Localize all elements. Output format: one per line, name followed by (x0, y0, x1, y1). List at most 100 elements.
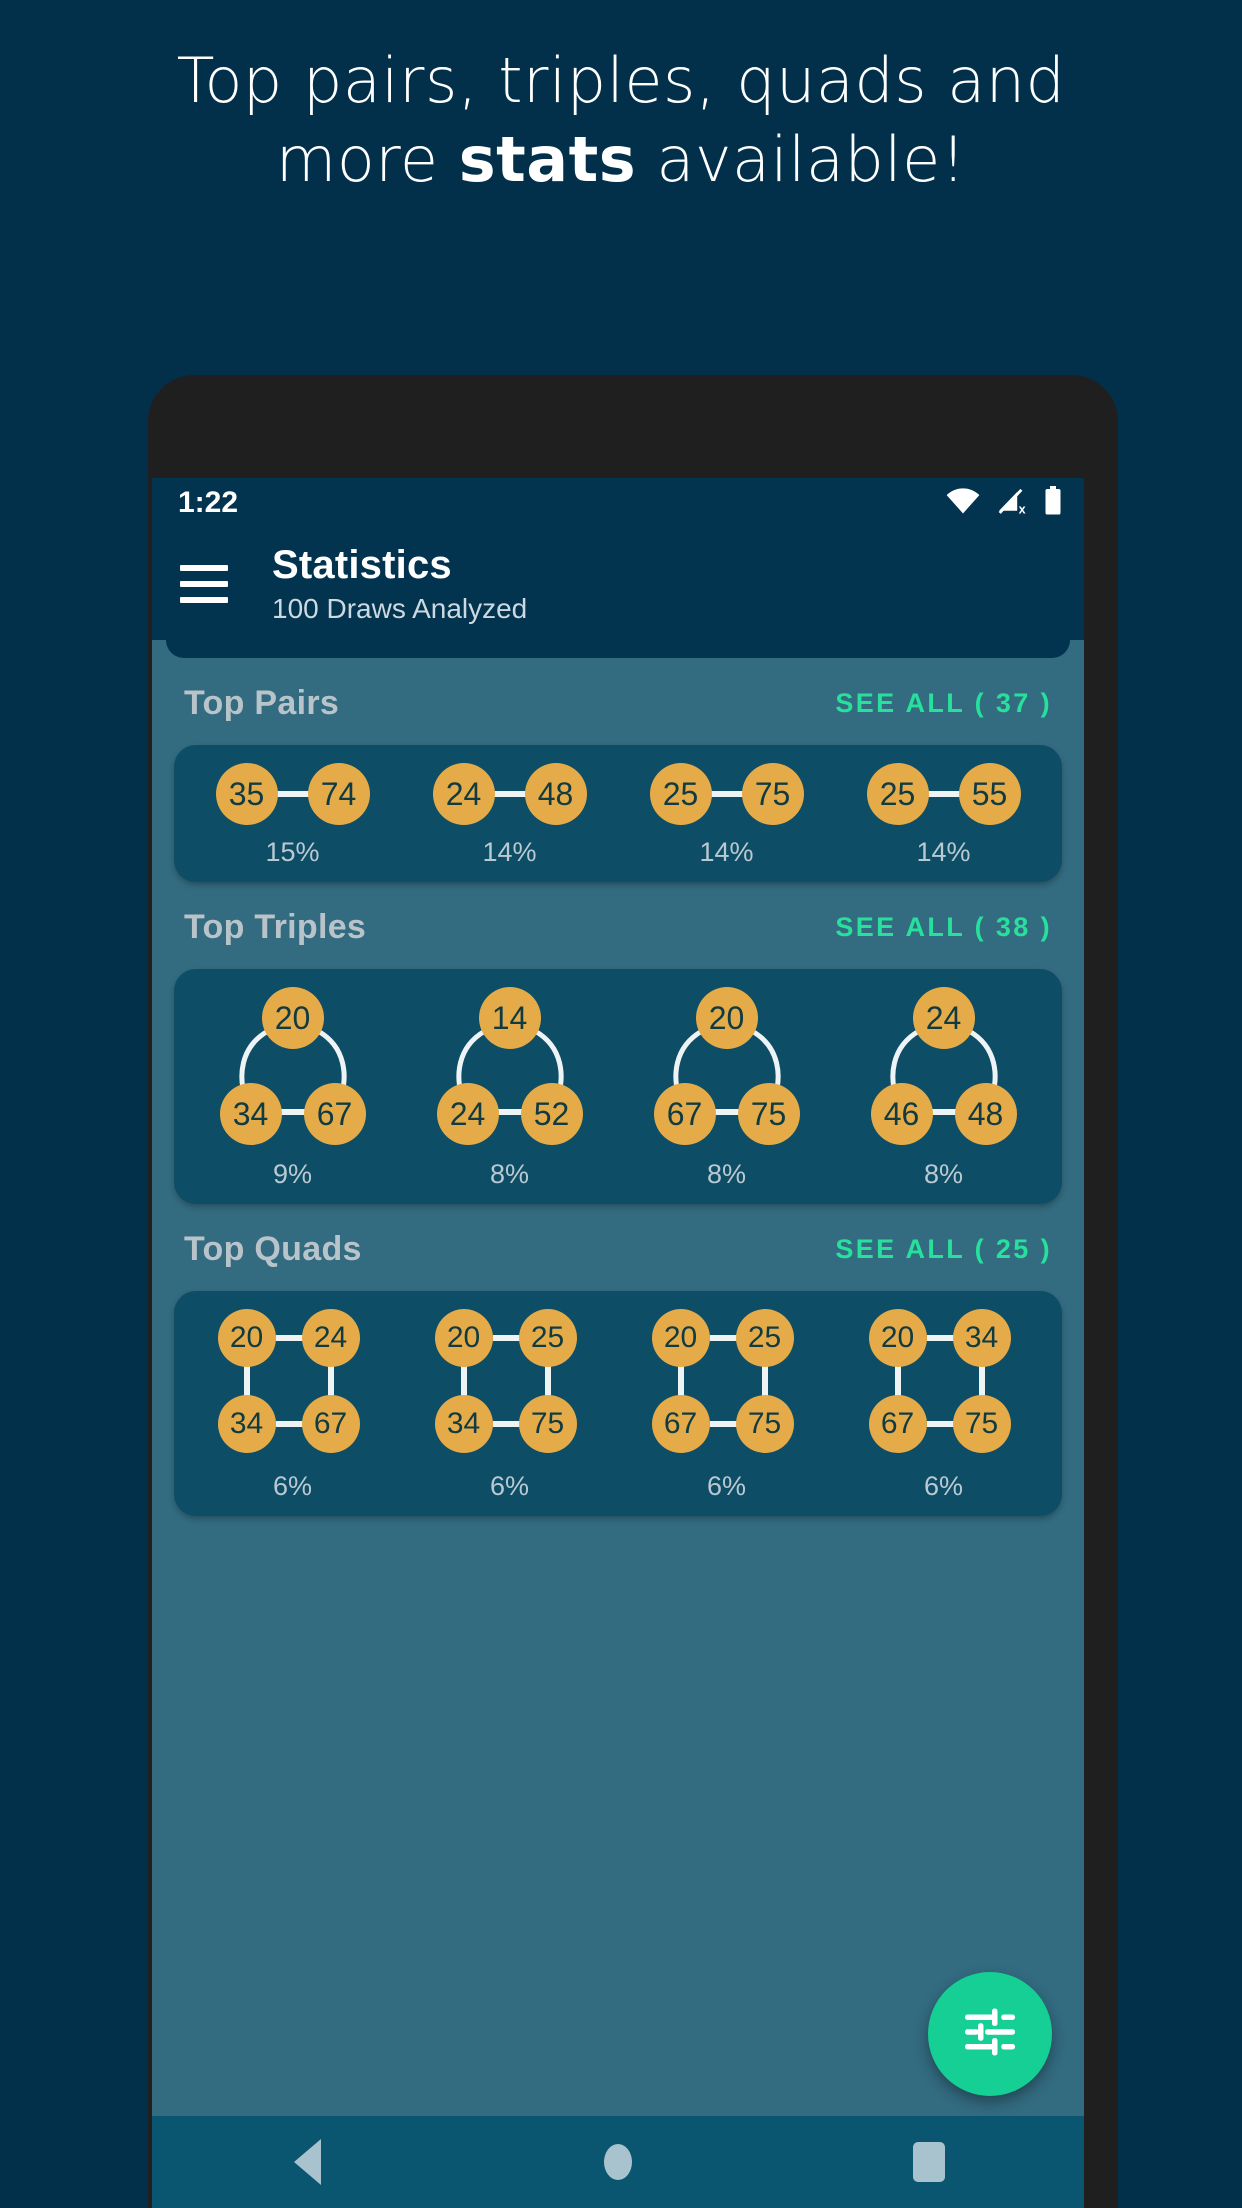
connector-line (924, 791, 963, 797)
connector-line (928, 1109, 959, 1115)
combo-percent: 9% (272, 1159, 313, 1189)
hamburger-bar (180, 565, 228, 571)
combo-percent: 15% (265, 837, 320, 867)
connector-line (273, 791, 312, 797)
tune-sliders-icon (960, 2002, 1020, 2067)
number-ball: 20 (261, 987, 324, 1049)
previous-card-peek (166, 640, 1070, 658)
app-bar-titles: Statistics 100 Draws Analyzed (272, 544, 527, 623)
combo-item[interactable]: 25 75 14% (649, 763, 804, 868)
wifi-icon (944, 487, 982, 520)
promo-line-2: more stats available! (0, 126, 1242, 194)
combo-percent: 8% (489, 1159, 530, 1189)
number-ball: 20 (868, 1309, 927, 1367)
connector-line (277, 1109, 308, 1115)
number-ball: 75 (741, 763, 804, 825)
nav-recents-button[interactable] (874, 2116, 984, 2208)
number-ball: 25 (518, 1309, 577, 1367)
section-header: Top Triples SEE ALL ( 38 ) (152, 882, 1084, 969)
number-ball: 34 (219, 1083, 282, 1145)
triple-top-ball-slot: 20 (695, 987, 758, 1049)
see-all-link[interactable]: SEE ALL ( 25 ) (835, 1234, 1052, 1265)
combo-percent: 6% (272, 1471, 313, 1501)
triple-graphic: 20 67 75 (632, 987, 822, 1147)
filter-settings-fab[interactable] (928, 1972, 1052, 2096)
triple-right-ball-slot: 75 (737, 1083, 800, 1145)
hamburger-menu-icon[interactable] (180, 561, 238, 607)
phone-screen: 1:22 x Statistics 100 Draws Analyzed Top… (152, 478, 1084, 2208)
number-ball: 55 (958, 763, 1021, 825)
combo-item[interactable]: 25 55 14% (866, 763, 1021, 868)
number-ball: 20 (651, 1309, 710, 1367)
number-ball: 25 (866, 763, 929, 825)
status-bar-icons: x (944, 485, 1062, 521)
quad-br-ball-slot: 75 (735, 1395, 794, 1453)
number-ball: 34 (434, 1395, 493, 1453)
pair-graphic: 35 74 (215, 763, 370, 825)
combo-item[interactable]: 20 25 34 75 6% (419, 1309, 601, 1502)
number-ball: 20 (434, 1309, 493, 1367)
statistics-scroll-content[interactable]: Top Pairs SEE ALL ( 37 ) 35 74 15% 24 48 14% 25 7… (152, 640, 1084, 2060)
connector-line (494, 1109, 525, 1115)
triple-graphic: 14 24 52 (415, 987, 605, 1147)
quad-tl-ball-slot: 20 (868, 1309, 927, 1367)
combo-percent: 8% (706, 1159, 747, 1189)
pair-graphic: 25 55 (866, 763, 1021, 825)
home-circle-icon (603, 2144, 632, 2180)
number-ball: 75 (737, 1083, 800, 1145)
promo-line-1: Top pairs, triples, quads and (176, 44, 1066, 117)
nav-back-button[interactable] (252, 2116, 362, 2208)
svg-text:x: x (1019, 502, 1026, 514)
combo-item[interactable]: 24 46 48 8% (849, 987, 1039, 1190)
quad-tl-ball-slot: 20 (217, 1309, 276, 1367)
see-all-link[interactable]: SEE ALL ( 38 ) (835, 912, 1052, 943)
section-top-pairs: Top Pairs SEE ALL ( 37 ) 35 74 15% 24 48 14% 25 7… (152, 658, 1084, 882)
triple-graphic: 20 34 67 (198, 987, 388, 1147)
combo-item[interactable]: 20 24 34 67 6% (202, 1309, 384, 1502)
section-title: Top Quads (184, 1230, 362, 1268)
connector-line (707, 791, 746, 797)
quad-br-ball-slot: 75 (518, 1395, 577, 1453)
triple-right-ball-slot: 52 (520, 1083, 583, 1145)
hamburger-bar (180, 581, 228, 587)
connector-line (711, 1109, 742, 1115)
see-all-link[interactable]: SEE ALL ( 37 ) (835, 688, 1052, 719)
number-ball: 24 (301, 1309, 360, 1367)
number-ball: 75 (735, 1395, 794, 1453)
nav-home-button[interactable] (563, 2116, 673, 2208)
section-title: Top Triples (184, 908, 367, 946)
number-ball: 67 (651, 1395, 710, 1453)
quad-bl-ball-slot: 34 (434, 1395, 493, 1453)
combo-item[interactable]: 20 34 67 9% (198, 987, 388, 1190)
number-ball: 20 (217, 1309, 276, 1367)
number-ball: 67 (303, 1083, 366, 1145)
number-ball: 48 (954, 1083, 1017, 1145)
hamburger-bar (180, 597, 228, 603)
number-ball: 75 (952, 1395, 1011, 1453)
combo-item[interactable]: 24 48 14% (432, 763, 587, 868)
battery-icon (1044, 485, 1062, 521)
section-title: Top Pairs (184, 684, 340, 722)
pair-graphic: 25 75 (649, 763, 804, 825)
combo-percent: 6% (489, 1471, 530, 1501)
combo-percent: 14% (482, 837, 537, 867)
promo-line2-pre: more (275, 122, 459, 196)
combo-item[interactable]: 35 74 15% (215, 763, 370, 868)
triple-right-ball-slot: 48 (954, 1083, 1017, 1145)
number-ball: 20 (695, 987, 758, 1049)
combo-item[interactable]: 20 25 67 75 6% (636, 1309, 818, 1502)
promo-line2-bold: stats (458, 122, 637, 196)
triple-top-ball-slot: 20 (261, 987, 324, 1049)
number-ball: 24 (912, 987, 975, 1049)
promo-line2-post: available! (636, 122, 967, 196)
combo-item[interactable]: 20 67 75 8% (632, 987, 822, 1190)
quad-graphic: 20 25 67 75 (636, 1309, 818, 1459)
combo-item[interactable]: 14 24 52 8% (415, 987, 605, 1190)
quad-tl-ball-slot: 20 (434, 1309, 493, 1367)
quad-bl-ball-slot: 67 (651, 1395, 710, 1453)
triple-right-ball-slot: 67 (303, 1083, 366, 1145)
number-ball: 67 (868, 1395, 927, 1453)
section-card: 35 74 15% 24 48 14% 25 75 14% 25 55 14% (174, 745, 1062, 882)
triple-left-ball-slot: 67 (653, 1083, 716, 1145)
combo-item[interactable]: 20 34 67 75 6% (853, 1309, 1035, 1502)
